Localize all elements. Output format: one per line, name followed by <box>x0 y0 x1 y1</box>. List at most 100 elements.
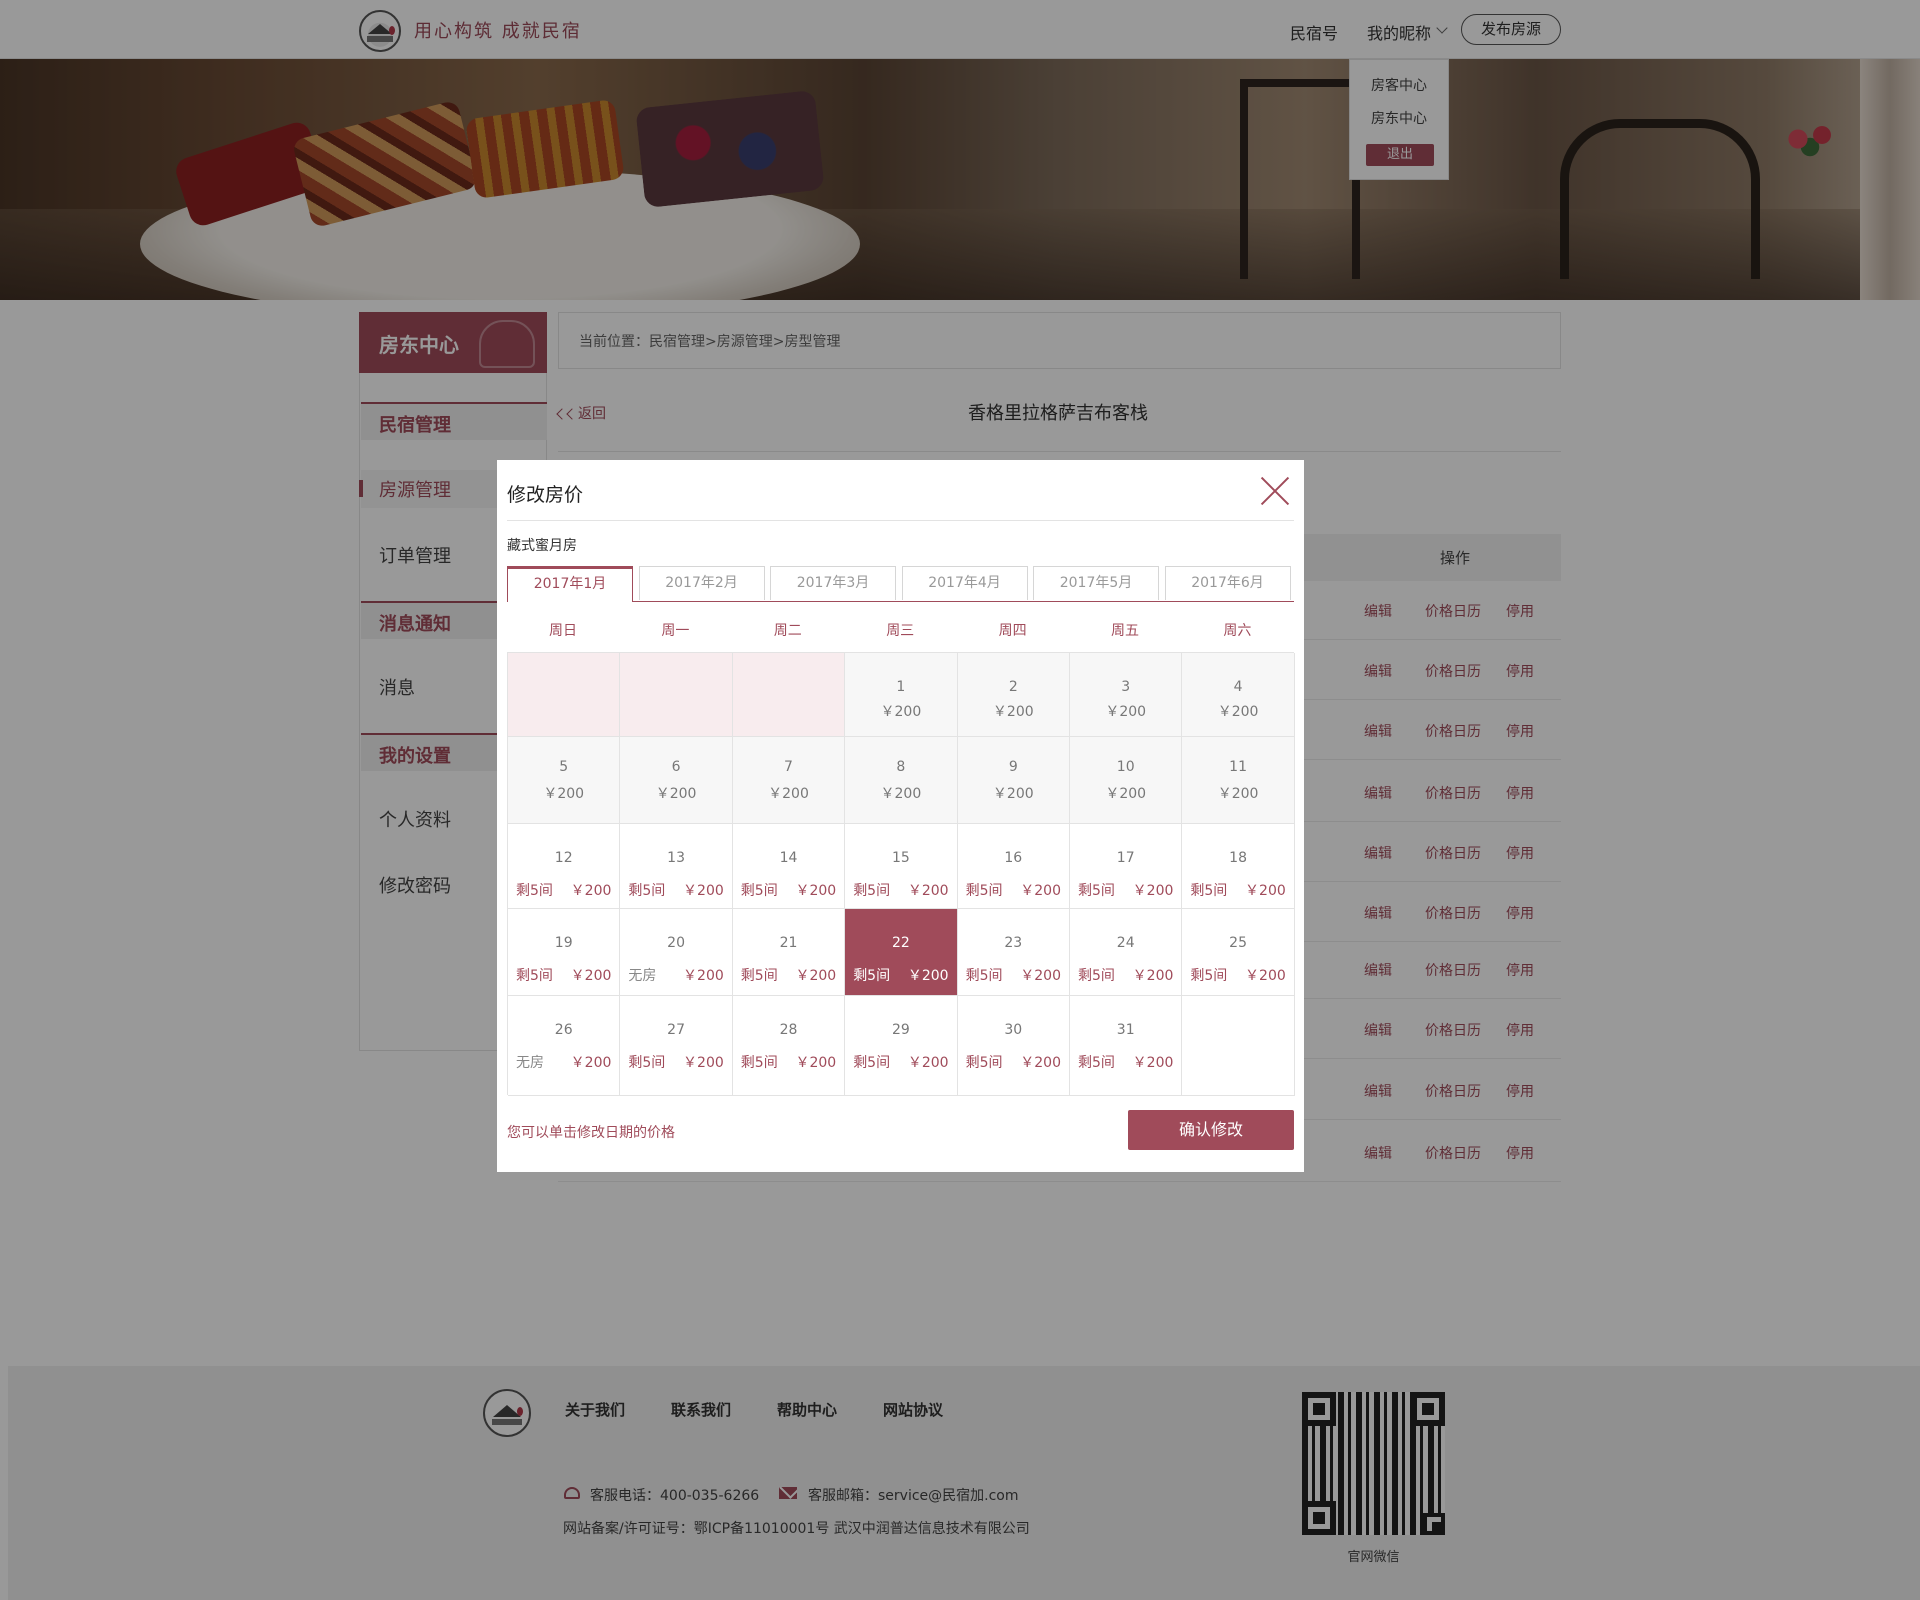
calendar-day-cell: 5 ￥200 <box>508 737 621 824</box>
day-price: ￥200 <box>1245 968 1286 984</box>
rooms-left: 剩5间 <box>965 968 1003 984</box>
calendar-day-cell[interactable]: 22 剩5间 ￥200 <box>845 909 958 996</box>
day-price: ￥200 <box>1020 968 1061 984</box>
price-calendar: 1 ￥200 2 ￥200 3 ￥200 4 ￥200 5 ￥200 6 ￥200 7 ￥200 8 ￥200… <box>507 652 1295 1096</box>
weekday-label: 周五 <box>1111 623 1139 639</box>
day-number: 11 <box>1229 759 1247 775</box>
calendar-day-cell[interactable]: 17 剩5间 ￥200 <box>1070 824 1183 909</box>
calendar-day-cell[interactable]: 29 剩5间 ￥200 <box>845 996 958 1096</box>
calendar-day-cell[interactable]: 16 剩5间 ￥200 <box>957 824 1070 909</box>
day-number: 1 <box>896 679 906 695</box>
day-price: ￥200 <box>570 968 612 984</box>
calendar-day-cell[interactable]: 18 剩5间 ￥200 <box>1182 824 1295 909</box>
calendar-day-cell[interactable]: 25 剩5间 ￥200 <box>1182 909 1295 996</box>
day-number: 9 <box>1008 759 1018 775</box>
day-number: 23 <box>1004 935 1023 951</box>
calendar-hint: 您可以单击修改日期的价格 <box>507 1125 675 1141</box>
rooms-left: 剩5间 <box>853 968 891 984</box>
day-price: ￥200 <box>570 1055 612 1071</box>
day-number: 3 <box>1121 679 1131 695</box>
day-price: ￥200 <box>1020 883 1061 899</box>
calendar-day-cell[interactable]: 24 剩5间 ￥200 <box>1070 909 1183 996</box>
room-type-name: 藏式蜜月房 <box>507 538 577 554</box>
confirm-button[interactable]: 确认修改 <box>1128 1110 1294 1150</box>
calendar-day-cell[interactable]: 13 剩5间 ￥200 <box>620 824 733 909</box>
calendar-day-cell[interactable]: 21 剩5间 ￥200 <box>732 909 846 996</box>
day-number: 15 <box>891 850 910 866</box>
calendar-day-cell: 11 ￥200 <box>1182 737 1295 824</box>
rooms-left: 剩5间 <box>1190 968 1228 984</box>
day-number: 30 <box>1004 1022 1023 1038</box>
day-number: 12 <box>554 850 573 866</box>
day-price: ￥200 <box>683 883 724 899</box>
calendar-empty-cell <box>732 653 846 737</box>
day-price: ￥200 <box>1217 704 1259 720</box>
day-price: ￥200 <box>795 968 837 984</box>
rooms-left: 剩5间 <box>628 1055 666 1071</box>
day-price: ￥200 <box>570 883 612 899</box>
weekday-label: 周六 <box>1223 623 1252 639</box>
weekday-label: 周一 <box>661 623 690 639</box>
tab-month-1[interactable]: 2017年1月 <box>507 566 633 602</box>
tab-month-6[interactable]: 2017年6月 <box>1164 566 1291 600</box>
day-price: ￥200 <box>1105 704 1147 720</box>
calendar-day-cell[interactable]: 30 剩5间 ￥200 <box>957 996 1070 1096</box>
day-number: 5 <box>559 759 569 775</box>
rooms-left: 剩5间 <box>1190 883 1228 899</box>
rooms-left: 剩5间 <box>740 1055 778 1071</box>
calendar-day-cell: 1 ￥200 <box>845 653 958 737</box>
day-number: 21 <box>779 935 798 951</box>
day-price: ￥200 <box>1132 968 1174 984</box>
day-number: 27 <box>667 1022 685 1038</box>
calendar-day-cell[interactable]: 27 剩5间 ￥200 <box>620 996 733 1096</box>
rooms-left: 无房 <box>628 968 657 984</box>
rooms-left: 剩5间 <box>853 1055 891 1071</box>
day-price: ￥200 <box>768 786 809 802</box>
day-price: ￥200 <box>992 786 1034 802</box>
day-price: ￥200 <box>907 1055 949 1071</box>
day-price: ￥200 <box>1132 883 1174 899</box>
day-price: ￥200 <box>1217 786 1259 802</box>
rooms-left: 剩5间 <box>965 883 1003 899</box>
rooms-left: 剩5间 <box>516 968 553 984</box>
tab-month-4[interactable]: 2017年4月 <box>901 566 1028 600</box>
rooms-left: 剩5间 <box>516 883 553 899</box>
calendar-day-cell[interactable]: 12 剩5间 ￥200 <box>508 824 621 909</box>
day-price: ￥200 <box>880 786 922 802</box>
day-number: 28 <box>779 1022 798 1038</box>
tab-month-5[interactable]: 2017年5月 <box>1033 566 1159 600</box>
tab-month-3[interactable]: 2017年3月 <box>770 566 896 600</box>
calendar-day-cell[interactable]: 26 无房 ￥200 <box>508 996 621 1096</box>
day-number: 14 <box>779 850 798 866</box>
day-price: ￥200 <box>683 1055 724 1071</box>
day-number: 20 <box>667 935 685 951</box>
tab-month-2[interactable]: 2017年2月 <box>638 566 765 600</box>
rooms-left: 剩5间 <box>740 968 778 984</box>
calendar-day-cell[interactable]: 20 无房 ￥200 <box>620 909 733 996</box>
calendar-day-cell[interactable]: 15 剩5间 ￥200 <box>845 824 958 909</box>
day-price: ￥200 <box>795 883 837 899</box>
day-number: 6 <box>671 759 681 775</box>
day-price: ￥200 <box>907 968 949 984</box>
rooms-left: 剩5间 <box>965 1055 1003 1071</box>
calendar-day-cell[interactable]: 23 剩5间 ￥200 <box>957 909 1070 996</box>
day-price: ￥200 <box>543 786 585 802</box>
weekday-label: 周二 <box>773 623 802 639</box>
day-price: ￥200 <box>1132 1055 1174 1071</box>
day-number: 22 <box>891 935 910 951</box>
calendar-day-cell[interactable]: 14 剩5间 ￥200 <box>732 824 846 909</box>
modal-title: 修改房价 <box>507 484 584 506</box>
close-icon[interactable] <box>1260 476 1290 506</box>
day-number: 13 <box>667 850 685 866</box>
calendar-empty-cell <box>508 653 621 737</box>
day-number: 29 <box>891 1022 910 1038</box>
rooms-left: 剩5间 <box>1078 1055 1115 1071</box>
calendar-day-cell[interactable]: 31 剩5间 ￥200 <box>1070 996 1183 1096</box>
day-number: 17 <box>1116 850 1135 866</box>
rooms-left: 剩5间 <box>1078 883 1115 899</box>
day-number: 25 <box>1229 935 1247 951</box>
calendar-day-cell[interactable]: 28 剩5间 ￥200 <box>732 996 846 1096</box>
calendar-day-cell[interactable]: 19 剩5间 ￥200 <box>508 909 621 996</box>
calendar-day-cell: 2 ￥200 <box>957 653 1070 737</box>
calendar-empty-cell <box>620 653 733 737</box>
